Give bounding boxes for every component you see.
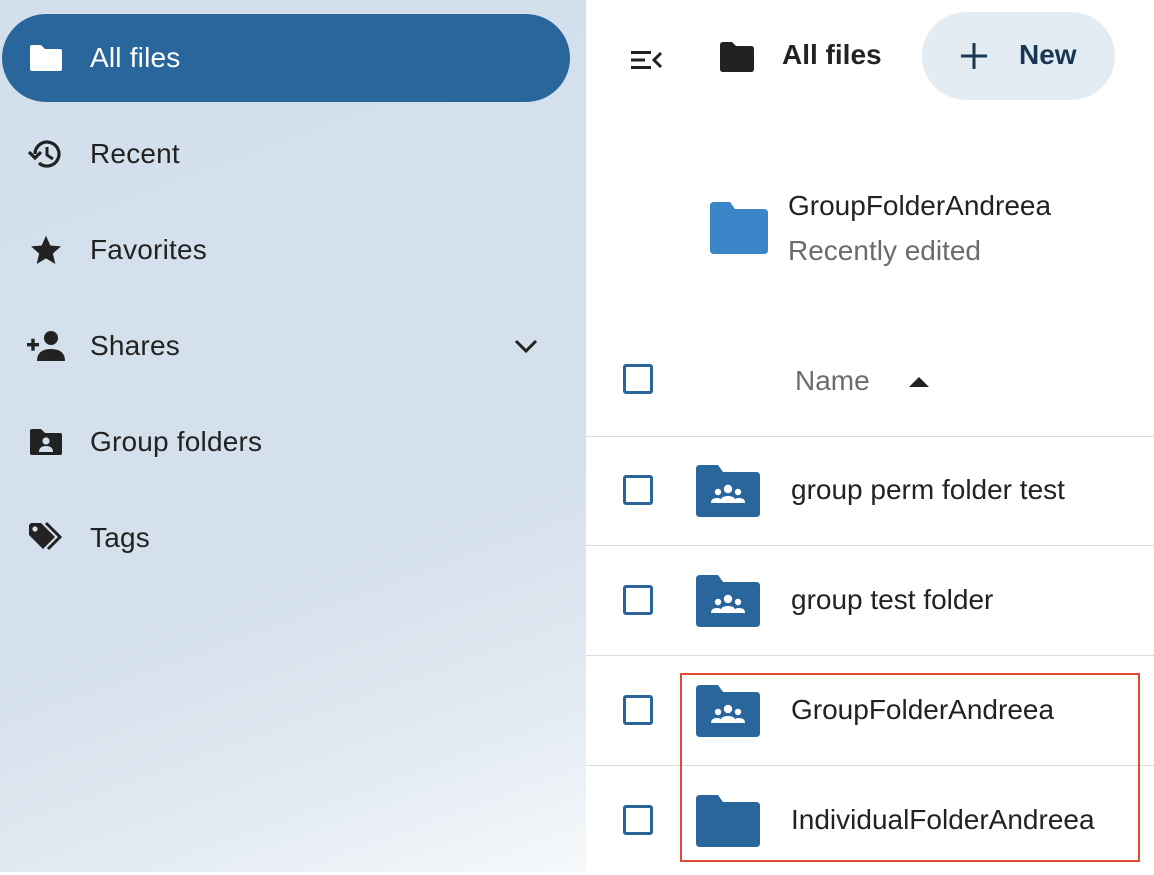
new-button-label: New (1019, 39, 1077, 70)
recent-file-card[interactable]: GroupFolderAndreea Recently edited (706, 184, 1106, 280)
table-row[interactable]: GroupFolderAndreea (586, 656, 1154, 766)
row-checkbox[interactable] (623, 585, 653, 615)
chevron-down-icon[interactable] (510, 330, 542, 362)
sidebar-item-recent[interactable]: Recent (0, 110, 570, 198)
file-name: GroupFolderAndreea (791, 694, 1055, 725)
sidebar-item-label: Tags (90, 522, 150, 553)
sidebar-item-tags[interactable]: Tags (0, 494, 570, 582)
sidebar-item-all-files[interactable]: All files (2, 14, 570, 102)
folder-icon (696, 795, 760, 847)
share-person-icon (26, 326, 66, 366)
main-content: All files New GroupFolderAndreea Recentl… (586, 0, 1154, 872)
sidebar: All files Recent Favorites Shares Group … (0, 0, 586, 872)
folder-icon (718, 40, 756, 76)
sidebar-item-label: Recent (90, 138, 180, 169)
sidebar-item-group-folders[interactable]: Group folders (0, 398, 570, 486)
recent-file-name: GroupFolderAndreea (788, 190, 1052, 221)
toggle-navigation-button[interactable] (624, 38, 668, 82)
menu-collapse-icon (631, 51, 663, 69)
star-icon (26, 230, 66, 270)
name-column-header[interactable]: Name (795, 365, 870, 397)
sidebar-item-label: All files (90, 42, 181, 73)
sort-ascending-icon (908, 375, 930, 387)
group-folder-icon (696, 575, 760, 627)
file-name: IndividualFolderAndreea (791, 804, 1095, 835)
group-folder-icon (696, 465, 760, 517)
file-name: group test folder (791, 584, 994, 615)
table-header: Name (586, 330, 1154, 437)
sidebar-item-label: Shares (90, 330, 180, 361)
recent-file-subtitle: Recently edited (788, 235, 982, 266)
sidebar-item-favorites[interactable]: Favorites (0, 206, 570, 294)
row-checkbox[interactable] (623, 805, 653, 835)
history-icon (26, 134, 66, 174)
row-checkbox[interactable] (623, 695, 653, 725)
select-all-checkbox[interactable] (623, 364, 653, 394)
file-name: group perm folder test (791, 474, 1065, 505)
table-row[interactable]: group perm folder test (586, 436, 1154, 546)
sidebar-item-label: Favorites (90, 234, 207, 265)
folder-icon (710, 202, 768, 254)
table-row[interactable]: IndividualFolderAndreea (586, 766, 1154, 875)
tags-icon (26, 518, 66, 558)
new-button[interactable]: New (922, 12, 1115, 100)
breadcrumb-label: All files (782, 39, 882, 70)
sidebar-item-label: Group folders (90, 426, 263, 457)
row-checkbox[interactable] (623, 475, 653, 505)
group-folder-icon (696, 685, 760, 737)
group-folder-icon (26, 422, 66, 462)
sidebar-item-shares[interactable]: Shares (0, 302, 570, 390)
folder-icon (26, 38, 66, 78)
plus-icon (960, 42, 988, 70)
table-row[interactable]: group test folder (586, 546, 1154, 656)
